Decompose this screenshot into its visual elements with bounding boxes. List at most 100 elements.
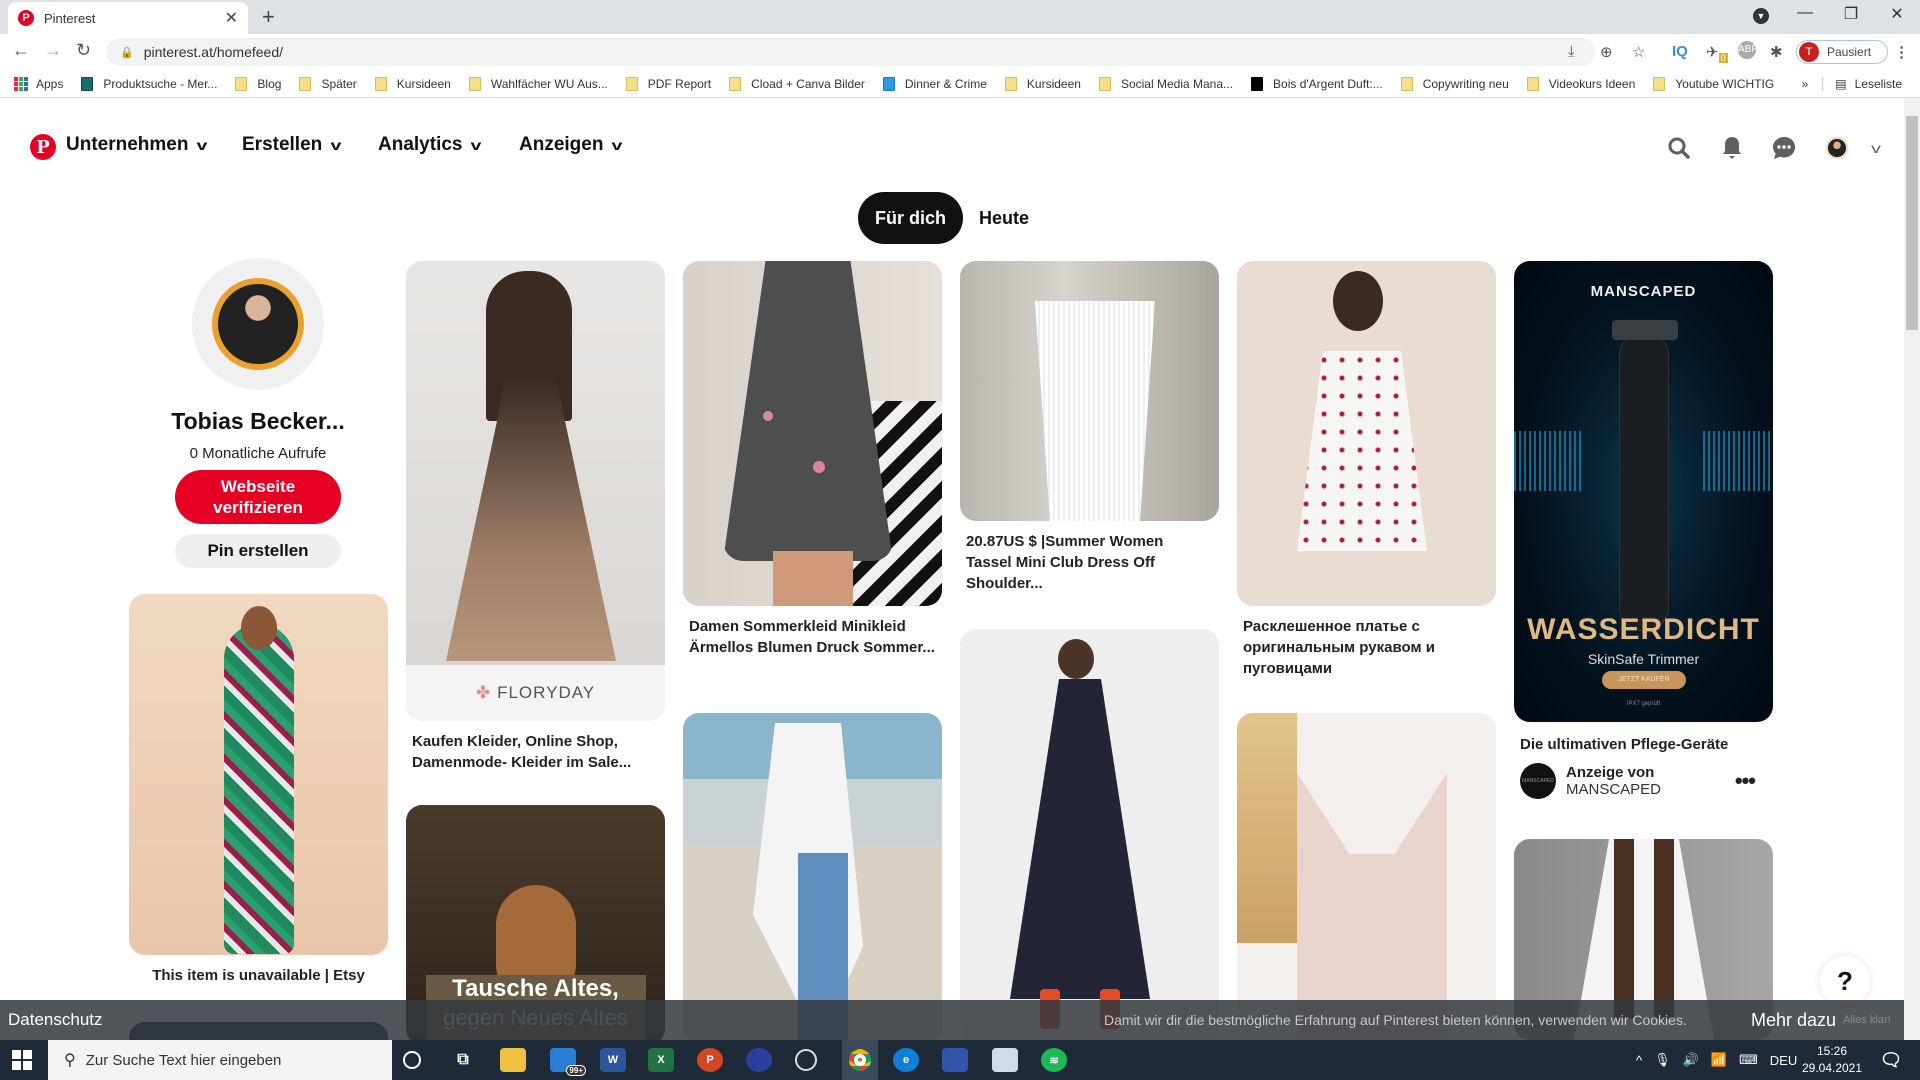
mail-icon[interactable]: 99+ [550, 1048, 586, 1076]
bookmark-star-icon[interactable]: ☆ [1632, 43, 1645, 61]
app-icon[interactable] [942, 1048, 968, 1072]
nav-analytics[interactable]: Analytics v [378, 134, 482, 156]
bookmark-item[interactable]: Dinner & Crime [882, 76, 987, 91]
notification-center-icon[interactable]: 🗨 [1878, 1048, 1904, 1072]
pin-damen-sommerkleid[interactable]: Damen Sommerkleid Minikleid Ärmellos Blu… [683, 261, 942, 658]
messages-icon[interactable] [1768, 132, 1800, 164]
pin-image[interactable] [129, 594, 388, 955]
bookmark-item[interactable]: Kursideen [374, 76, 451, 91]
account-chevron-down-icon[interactable]: v [1854, 132, 1899, 164]
zoom-icon[interactable]: ⊕ [1600, 43, 1613, 61]
profile-avatar-wrapper[interactable] [192, 258, 324, 390]
bookmark-item[interactable]: Bois d'Argent Duft:... [1251, 76, 1383, 91]
bookmark-item[interactable]: Blog [235, 76, 281, 91]
pinterest-logo-icon[interactable]: P [30, 134, 56, 160]
language-indicator[interactable]: DEU [1770, 1053, 1797, 1068]
browser-menu-icon[interactable]: ⋮ [1894, 43, 1909, 61]
tab-fuer-dich[interactable]: Für dich [858, 192, 963, 244]
privacy-link[interactable]: Datenschutz [8, 1010, 103, 1030]
install-app-icon[interactable]: ⤓ [1568, 43, 1575, 60]
pin-image[interactable] [960, 629, 1219, 1040]
restore-button[interactable]: ❐ [1828, 4, 1874, 24]
bookmark-item[interactable]: Videokurs Ideen [1526, 76, 1635, 91]
pin-tassel-dress[interactable]: 20.87US $ |Summer Women Tassel Mini Club… [960, 261, 1219, 594]
windows-start-icon[interactable] [12, 1050, 32, 1070]
bookmark-item[interactable]: Später [299, 76, 357, 91]
clock[interactable]: 15:26 29.04.2021 [1800, 1043, 1864, 1077]
browser-tab[interactable]: P Pinterest ✕ [8, 2, 248, 34]
bookmark-item[interactable]: Wahlfächer WU Aus... [468, 76, 608, 91]
pin-title[interactable]: Расклешенное платье с оригинальным рукав… [1237, 606, 1496, 679]
verify-website-button[interactable]: Webseite verifizieren [175, 470, 341, 524]
file-explorer-icon[interactable] [500, 1048, 526, 1072]
bookmark-item[interactable]: Youtube WICHTIG [1653, 76, 1774, 91]
tab-search-icon[interactable]: ▼ [1738, 6, 1784, 24]
pin-title[interactable]: Kaufen Kleider, Online Shop, Damenmode- … [406, 721, 665, 773]
new-tab-button[interactable]: + [262, 4, 275, 30]
bookmarks-overflow-button[interactable]: » [1802, 77, 1809, 91]
bookmark-item[interactable]: Social Media Mana... [1098, 76, 1233, 91]
iq-extension-icon[interactable]: IQ [1672, 43, 1688, 60]
tray-chevron-icon[interactable]: ^ [1636, 1053, 1642, 1068]
minimize-button[interactable]: — [1782, 4, 1828, 22]
tab-heute[interactable]: Heute [963, 208, 1045, 229]
obs-icon[interactable] [795, 1049, 817, 1071]
pin-image[interactable]: ✤ FLORYDAY [406, 261, 665, 721]
user-avatar[interactable] [1821, 132, 1853, 164]
pin-etsy[interactable]: This item is unavailable | Etsy [129, 594, 388, 986]
volume-icon[interactable]: 🔊 [1683, 1052, 1699, 1068]
bookmark-apps[interactable]: Apps [14, 76, 63, 91]
close-tab-icon[interactable]: ✕ [225, 8, 238, 28]
wifi-icon[interactable]: 📶 [1711, 1052, 1727, 1068]
nav-anzeigen[interactable]: Anzeigen v [519, 134, 623, 156]
notifications-bell-icon[interactable] [1716, 132, 1748, 164]
address-bar[interactable]: 🔒 pinterest.at/homefeed/ [106, 38, 1596, 66]
pin-floryday[interactable]: ✤ FLORYDAY Kaufen Kleider, Online Shop, D… [406, 261, 665, 773]
browser-profile-button[interactable]: T Pausiert [1796, 40, 1888, 64]
reload-icon[interactable]: ↻ [76, 40, 91, 61]
pin-image[interactable] [1237, 713, 1496, 1043]
pin-white-blouse[interactable] [683, 713, 942, 1043]
pin-image[interactable] [1237, 261, 1496, 606]
profile-name[interactable]: Tobias Becker... [128, 408, 388, 435]
search-icon[interactable] [1663, 132, 1695, 164]
spotify-icon[interactable]: ≋ [1041, 1048, 1067, 1072]
help-button[interactable]: ? [1820, 956, 1870, 1006]
bookmark-item[interactable]: PDF Report [625, 76, 711, 91]
back-icon[interactable]: ← [12, 40, 30, 61]
scrollbar-thumb[interactable] [1906, 116, 1918, 330]
create-pin-button[interactable]: Pin erstellen [175, 534, 341, 568]
pin-title[interactable]: 20.87US $ |Summer Women Tassel Mini Club… [960, 521, 1219, 594]
pin-image[interactable] [960, 261, 1219, 521]
edge-icon[interactable]: e [893, 1048, 919, 1072]
excel-icon[interactable]: X [648, 1048, 674, 1072]
extension-icon[interactable]: ✈ 0 [1706, 43, 1728, 63]
bookmark-item[interactable]: Cload + Canva Bilder [729, 76, 865, 91]
reading-list-button[interactable]: ▤ Leseliste [1822, 76, 1902, 91]
word-icon[interactable]: W [600, 1048, 626, 1072]
adblock-icon[interactable]: ABP [1738, 41, 1758, 59]
close-window-button[interactable]: ✕ [1874, 4, 1920, 24]
bookmark-item[interactable]: Copywriting neu [1400, 76, 1509, 91]
forward-icon[interactable]: → [44, 40, 62, 61]
chrome-icon[interactable] [842, 1040, 878, 1080]
nav-unternehmen[interactable]: Unternehmen v [66, 134, 208, 156]
pin-title[interactable]: Damen Sommerkleid Minikleid Ärmellos Blu… [683, 606, 942, 658]
extensions-puzzle-icon[interactable]: ✱ [1770, 43, 1783, 61]
microphone-icon[interactable]: 🎙 [1654, 1052, 1671, 1068]
bookmark-item[interactable]: Produktsuche - Mer... [81, 76, 217, 91]
cookie-accept-button[interactable]: Alles klar! [1843, 1014, 1891, 1026]
nav-erstellen[interactable]: Erstellen v [242, 134, 342, 156]
keyboard-icon[interactable]: ⌨ [1739, 1052, 1758, 1068]
pin-ad-manscaped[interactable]: MANSCAPED WASSERDICHT SkinSafe Trimmer J… [1514, 261, 1773, 799]
pin-title[interactable]: This item is unavailable | Etsy [129, 955, 388, 986]
app-icon[interactable] [992, 1048, 1018, 1072]
ad-image[interactable]: MANSCAPED WASSERDICHT SkinSafe Trimmer J… [1514, 261, 1773, 722]
cortana-icon[interactable] [403, 1051, 421, 1069]
taskbar-search-input[interactable]: ⚲ Zur Suche Text hier eingeben [48, 1040, 392, 1080]
task-view-icon[interactable]: ⧉ [450, 1048, 476, 1072]
pin-nude-top[interactable] [1237, 713, 1496, 1043]
advertiser-name[interactable]: MANSCAPED [1566, 781, 1661, 798]
bookmark-item[interactable]: Kursideen [1004, 76, 1081, 91]
pin-russian-dress[interactable]: Расклешенное платье с оригинальным рукав… [1237, 261, 1496, 679]
